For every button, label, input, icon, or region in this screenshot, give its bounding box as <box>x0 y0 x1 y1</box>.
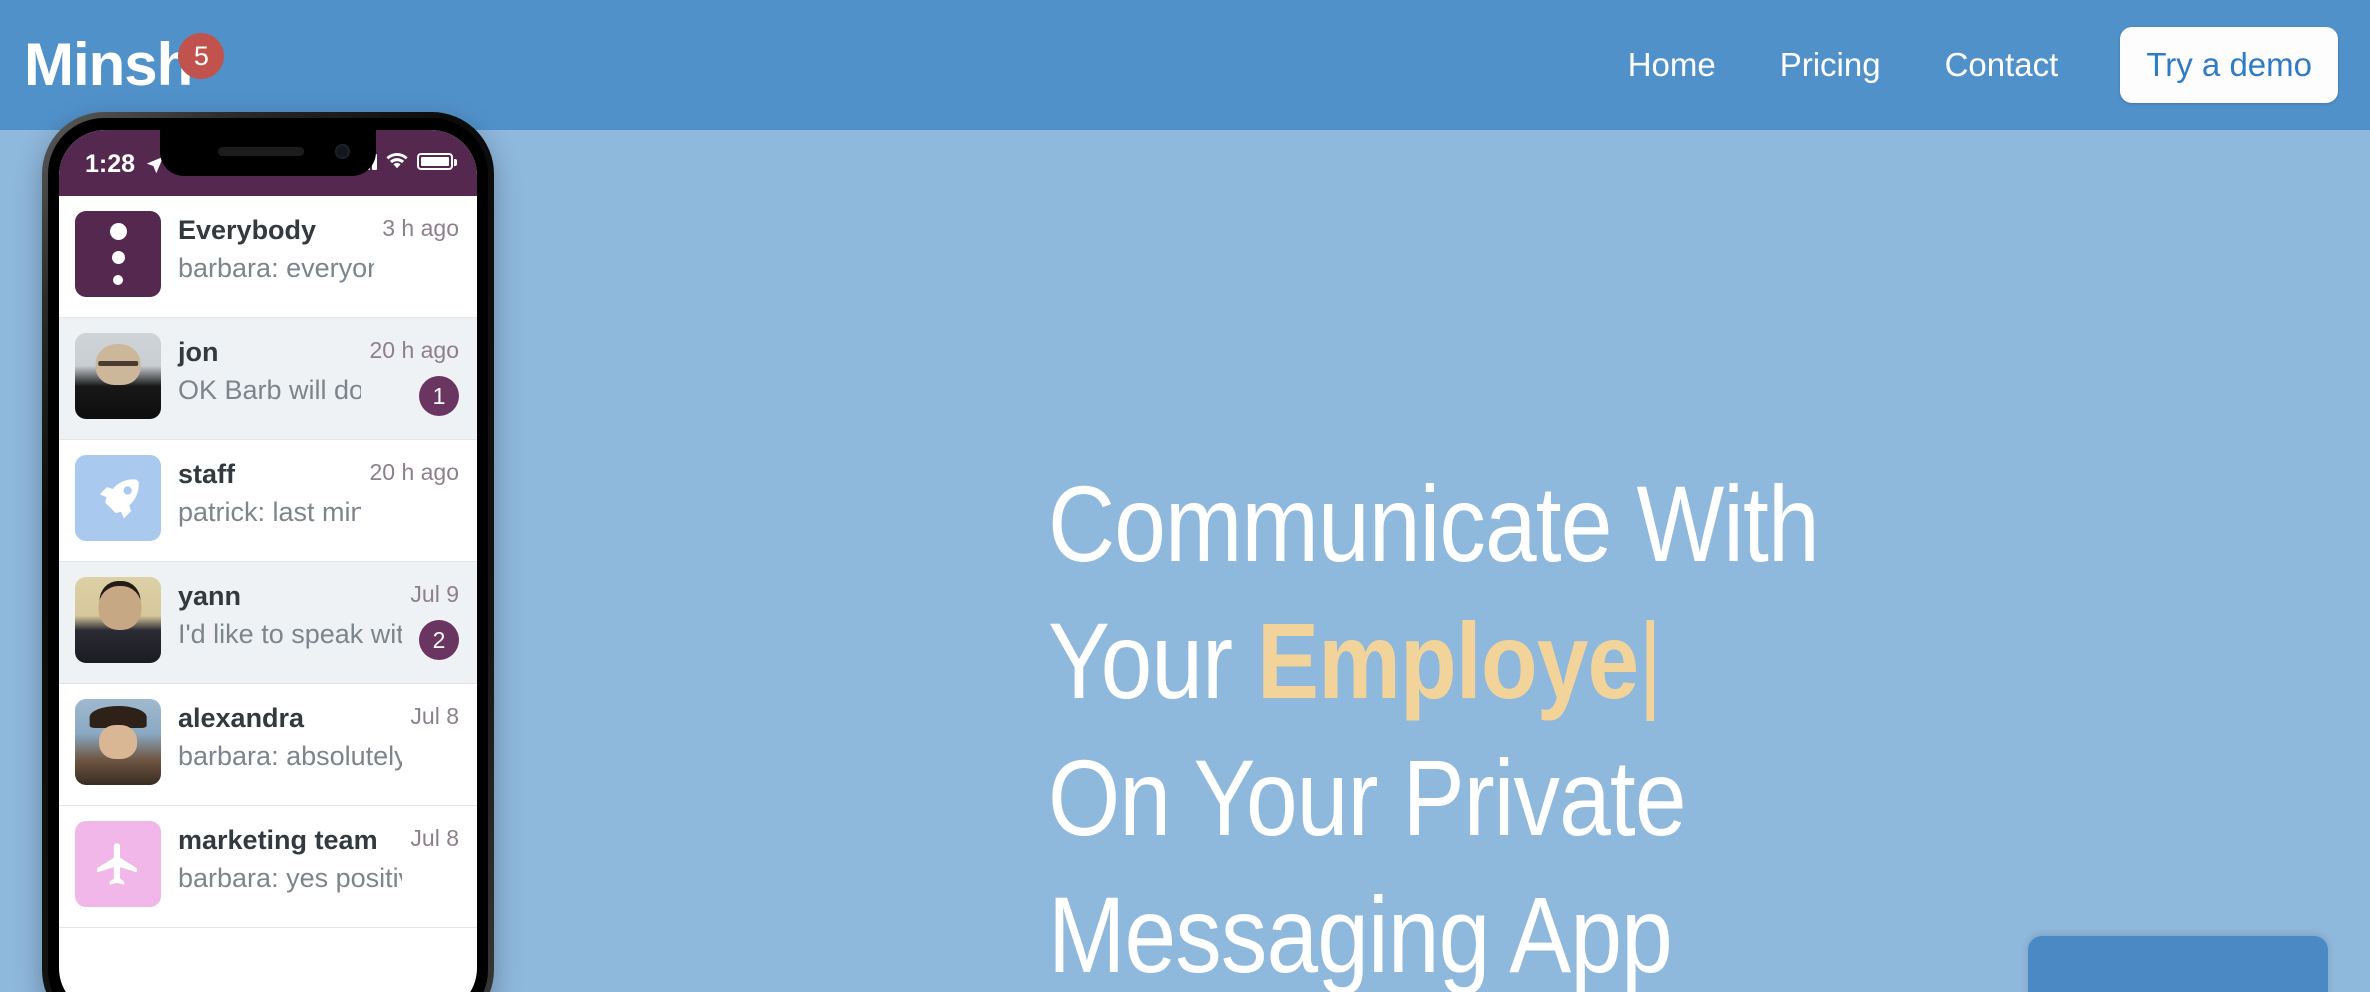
brand-notification-badge: 5 <box>178 33 225 79</box>
wifi-icon <box>386 152 408 169</box>
conversation-row-staff[interactable]: staff patrick: last minute question: do.… <box>59 440 477 562</box>
conversation-title: marketing team <box>178 825 378 855</box>
unread-badge: 2 <box>419 620 459 660</box>
conversation-title: Everybody <box>178 215 317 245</box>
conversation-text: jon OK Barb will do <box>161 333 361 408</box>
conversation-row-alexandra[interactable]: alexandra barbara: absolutely, no issue … <box>59 684 477 806</box>
conversation-timestamp: 20 h ago <box>369 337 459 363</box>
nav-link-home[interactable]: Home <box>1596 36 1748 94</box>
conversation-meta: Jul 8 <box>402 699 459 730</box>
conversation-preview: barbara: yes positive. Don't wast... <box>178 862 402 893</box>
phone-mockup: 1:28 Everybody barbara: everyo 3 h ago j… <box>42 112 494 992</box>
main-navigation: Home Pricing Contact Try a demo <box>1596 27 2338 103</box>
site-header: Minsh 5 Home Pricing Contact Try a demo <box>0 0 2370 130</box>
conversation-row-everybody[interactable]: Everybody barbara: everyone, please make… <box>59 196 477 318</box>
conversation-preview: patrick: last minute question: do... <box>178 496 362 527</box>
nav-link-contact[interactable]: Contact <box>1913 36 2091 94</box>
conversation-row-marketing-team[interactable]: marketing team barbara: yes positive. Do… <box>59 806 477 928</box>
hero-line-2-prefix: Your <box>1048 600 1258 721</box>
earpiece-speaker-icon <box>218 147 305 156</box>
conversation-preview: barbara: everyone, please make s... <box>178 252 374 283</box>
everybody-dots-avatar <box>75 211 161 297</box>
conversation-preview: I'd like to speak with you tomorr... <box>178 618 403 649</box>
photo-avatar-jon <box>75 333 161 419</box>
conversation-list[interactable]: Everybody barbara: everyone, please make… <box>59 196 477 928</box>
conversation-row-yann[interactable]: yann I'd like to speak with you tomorr..… <box>59 562 477 684</box>
conversation-title: yann <box>178 581 242 611</box>
conversation-text: yann I'd like to speak with you tomorr..… <box>161 577 402 652</box>
conversation-meta: 20 h ago <box>361 455 459 486</box>
conversation-timestamp: Jul 8 <box>410 703 459 729</box>
phone-notch <box>160 130 376 176</box>
conversation-timestamp: 3 h ago <box>382 215 459 241</box>
status-bar-time-group: 1:28 <box>85 150 166 179</box>
hero-headline: Communicate With Your Employe| On Your P… <box>1048 455 2248 992</box>
front-camera-icon <box>335 144 350 159</box>
phone-bezel: 1:28 Everybody barbara: everyo 3 h ago j… <box>48 118 488 992</box>
conversation-title: staff <box>178 459 236 489</box>
conversation-text: alexandra barbara: absolutely, no issue <box>161 699 402 774</box>
conversation-title: jon <box>178 337 219 367</box>
rocket-icon <box>99 479 139 519</box>
photo-avatar-alexandra <box>75 699 161 785</box>
airplane-icon-avatar <box>75 821 161 907</box>
phone-screen: 1:28 Everybody barbara: everyo 3 h ago j… <box>59 130 477 992</box>
chat-launcher[interactable] <box>2028 936 2328 992</box>
conversation-title: alexandra <box>178 703 305 733</box>
unread-badge: 1 <box>419 376 459 416</box>
battery-icon <box>417 153 457 170</box>
conversation-meta: 20 h ago 1 <box>361 333 459 416</box>
status-time-label: 1:28 <box>85 150 136 178</box>
conversation-timestamp: 20 h ago <box>369 459 459 485</box>
conversation-timestamp: Jul 9 <box>410 581 459 607</box>
conversation-text: Everybody barbara: everyone, please make… <box>161 211 374 286</box>
hero-accent-word: Employe <box>1257 600 1639 721</box>
conversation-preview: barbara: absolutely, no issue <box>178 740 403 771</box>
typing-caret: | <box>1638 600 1662 721</box>
rocket-icon-avatar <box>75 455 161 541</box>
conversation-preview: OK Barb will do <box>178 374 362 405</box>
brand-logo[interactable]: Minsh 5 <box>24 31 225 98</box>
hero-line-4: Messaging App <box>1048 874 1673 992</box>
airplane-icon <box>97 843 137 885</box>
conversation-meta: Jul 9 2 <box>402 577 459 660</box>
brand-name: Minsh <box>24 31 193 98</box>
hero-line-2: Your Employe| <box>1048 592 2080 729</box>
photo-avatar-yann <box>75 577 161 663</box>
phone-status-bar: 1:28 <box>59 130 477 196</box>
conversation-meta: 3 h ago <box>374 211 459 242</box>
conversation-row-jon[interactable]: jon OK Barb will do 20 h ago 1 <box>59 318 477 440</box>
hero-line-3: On Your Private <box>1048 737 1687 858</box>
conversation-meta: Jul 8 <box>402 821 459 852</box>
conversation-timestamp: Jul 8 <box>410 825 459 851</box>
conversation-text: staff patrick: last minute question: do.… <box>161 455 361 530</box>
conversation-text: marketing team barbara: yes positive. Do… <box>161 821 402 896</box>
try-a-demo-button[interactable]: Try a demo <box>2120 27 2338 103</box>
nav-link-pricing[interactable]: Pricing <box>1748 36 1913 94</box>
hero-line-1: Communicate With <box>1048 463 1820 584</box>
